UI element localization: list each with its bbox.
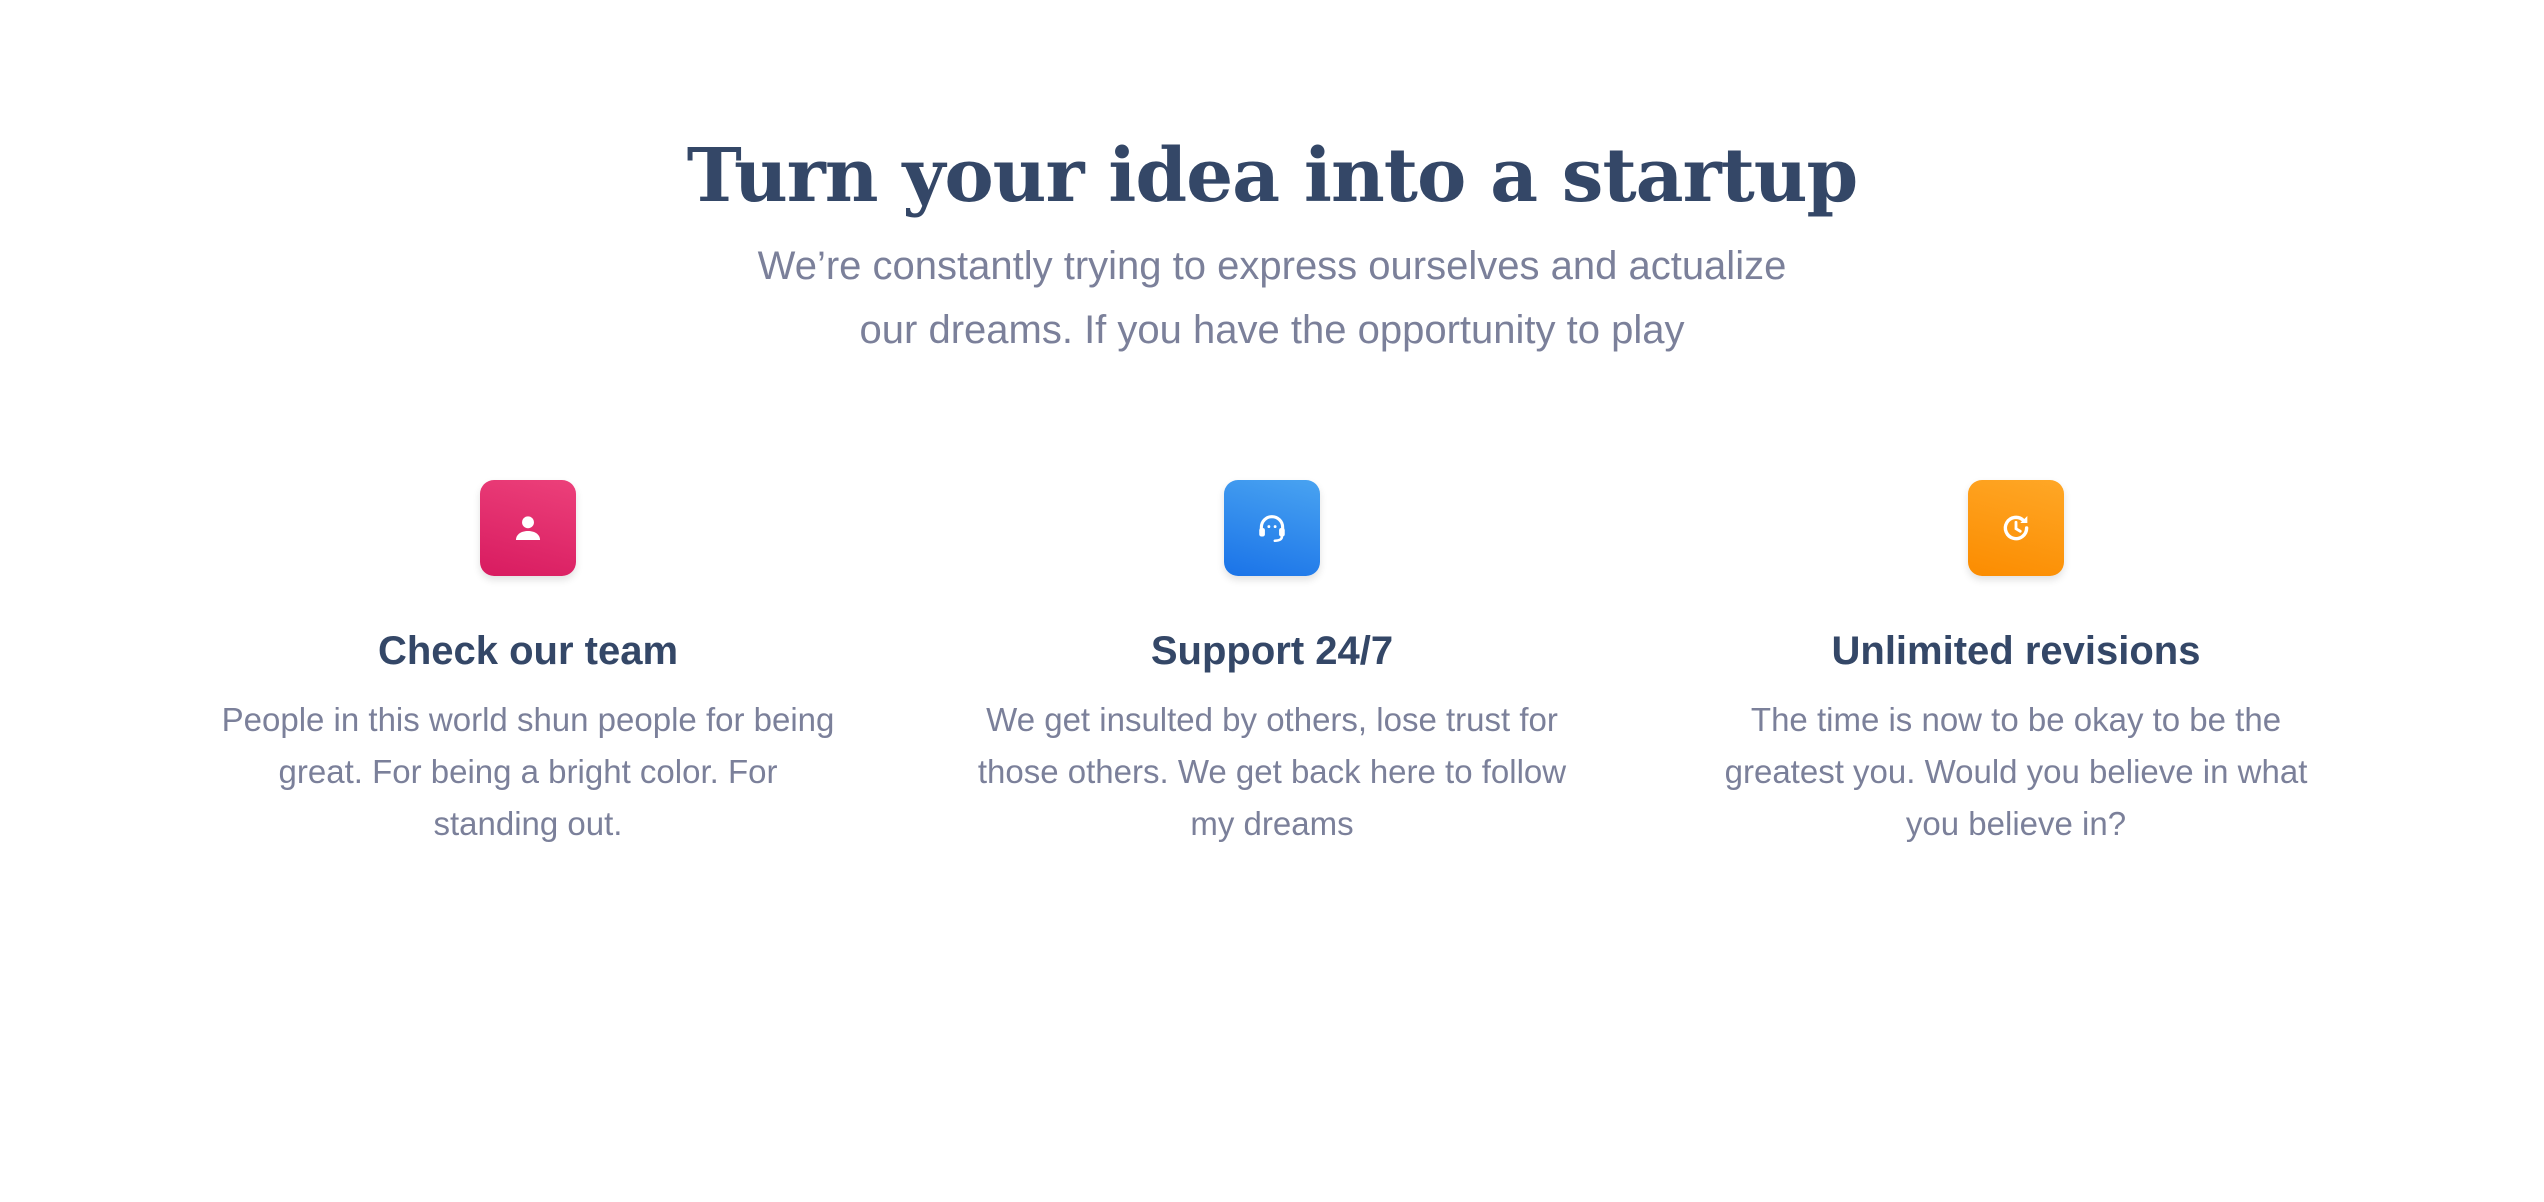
feature-description: We get insulted by others, lose trust fo… xyxy=(977,701,1567,842)
feature-card-team: Check our team People in this world shun… xyxy=(198,480,858,850)
feature-title: Support 24/7 xyxy=(1150,629,1394,673)
feature-description: People in this world shun people for bei… xyxy=(221,701,835,842)
feature-title: Unlimited revisions xyxy=(1831,629,2201,673)
section-header: Turn your idea into a startup We’re cons… xyxy=(0,128,2544,362)
section-title: Turn your idea into a startup xyxy=(686,133,1859,219)
update-icon xyxy=(2003,515,2029,541)
feature-icon-box xyxy=(1224,480,1320,576)
feature-title: Check our team xyxy=(377,629,679,673)
person-icon xyxy=(515,516,541,541)
features-section: Turn your idea into a startup We’re cons… xyxy=(0,0,2544,1202)
feature-icon-box xyxy=(480,480,576,576)
feature-list: Check our team People in this world shun… xyxy=(0,480,2544,880)
feature-card-revisions: Unlimited revisions The time is now to b… xyxy=(1686,480,2346,850)
feature-card-support: Support 24/7 We get insulted by others, … xyxy=(942,480,1602,850)
feature-description: The time is now to be okay to be the gre… xyxy=(1724,701,2308,842)
support-agent-icon xyxy=(1259,515,1285,543)
feature-icon-box xyxy=(1968,480,2064,576)
section-subtitle: We’re constantly trying to express ourse… xyxy=(757,244,1787,352)
